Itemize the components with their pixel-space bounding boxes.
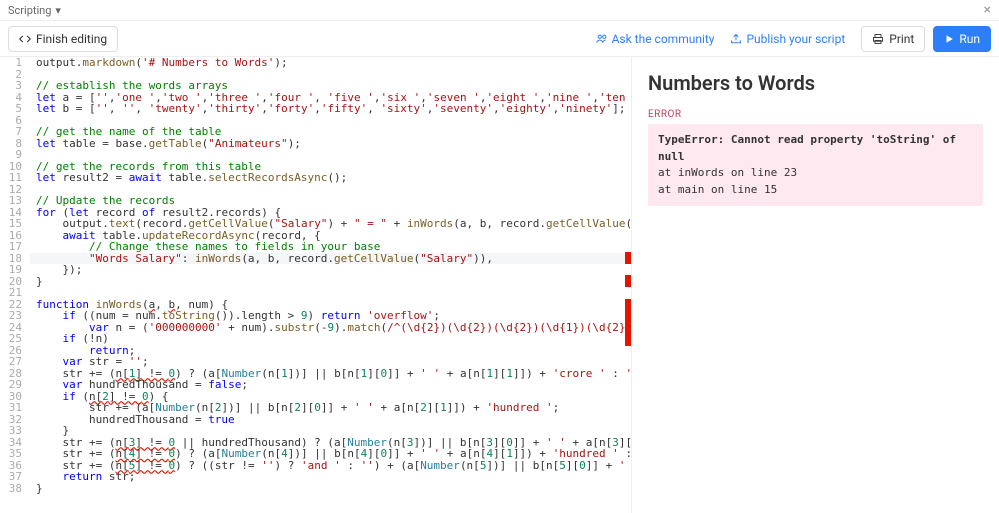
code-line[interactable]: "Words Salary": inWords(a, b, record.get… [30, 253, 631, 265]
output-panel: Numbers to Words ERROR TypeError: Cannot… [632, 57, 999, 513]
code-editor[interactable]: 1234567891011121314151617181920212223242… [0, 57, 632, 513]
line-number: 35 [0, 448, 22, 460]
code-line[interactable]: }); [30, 264, 631, 276]
line-number: 17 [0, 241, 22, 253]
code-line[interactable]: var n = ('000000000' + num).substr(-9).m… [30, 322, 631, 334]
code-line[interactable]: let b = ['', '', 'twenty','thirty','fort… [30, 103, 631, 115]
upload-icon [730, 33, 742, 45]
chevron-down-icon: ▾ [55, 4, 61, 17]
line-number: 3 [0, 80, 22, 92]
error-label: ERROR [648, 109, 983, 120]
code-line[interactable]: // Update the records [30, 195, 631, 207]
play-icon [944, 34, 954, 44]
close-icon[interactable]: × [984, 2, 991, 18]
line-number: 9 [0, 149, 22, 161]
run-button[interactable]: Run [933, 26, 991, 52]
line-number: 5 [0, 103, 22, 115]
publish-script-link[interactable]: Publish your script [730, 32, 845, 46]
line-number: 37 [0, 471, 22, 483]
error-message: TypeError: Cannot read property 'toStrin… [658, 132, 973, 165]
code-line[interactable]: // get the name of the table [30, 126, 631, 138]
stack-frame: at inWords on line 23 [658, 165, 973, 182]
line-number: 31 [0, 402, 22, 414]
line-number: 11 [0, 172, 22, 184]
main-area: 1234567891011121314151617181920212223242… [0, 57, 999, 513]
line-number: 7 [0, 126, 22, 138]
extension-tab[interactable]: Scripting ▾ [8, 4, 61, 17]
line-number: 27 [0, 356, 22, 368]
ask-community-label: Ask the community [612, 32, 715, 46]
error-marker [625, 275, 631, 287]
code-line[interactable]: hundredThousand = true [30, 414, 631, 426]
code-line[interactable]: str += (a[Number(n[2])] || b[n[2][0]] + … [30, 402, 631, 414]
error-marker [625, 299, 631, 346]
toolbar: Finish editing Ask the community Publish… [0, 21, 999, 57]
print-icon [872, 33, 884, 45]
code-line[interactable]: output.text(record.getCellValue("Salary"… [30, 218, 631, 230]
line-number: 25 [0, 333, 22, 345]
ask-community-link[interactable]: Ask the community [596, 32, 715, 46]
print-button[interactable]: Print [861, 26, 925, 52]
code-line[interactable]: } [30, 276, 631, 288]
line-number-gutter: 1234567891011121314151617181920212223242… [0, 57, 30, 513]
error-marker [625, 252, 631, 264]
code-line[interactable]: let table = base.getTable("Animateurs"); [30, 138, 631, 150]
code-line[interactable]: output.markdown('# Numbers to Words'); [30, 57, 631, 69]
print-label: Print [889, 32, 914, 46]
line-number: 21 [0, 287, 22, 299]
line-number: 15 [0, 218, 22, 230]
publish-script-label: Publish your script [746, 32, 845, 46]
stack-frame: at main on line 15 [658, 182, 973, 199]
code-line[interactable]: } [30, 483, 631, 495]
top-tab-bar: Scripting ▾ × [0, 0, 999, 21]
finish-editing-button[interactable]: Finish editing [8, 26, 118, 52]
code-line[interactable]: let result2 = await table.selectRecordsA… [30, 172, 631, 184]
run-label: Run [959, 32, 980, 46]
line-number: 13 [0, 195, 22, 207]
line-number: 23 [0, 310, 22, 322]
output-heading: Numbers to Words [648, 71, 983, 95]
line-number: 19 [0, 264, 22, 276]
error-stack: at inWords on line 23 at main on line 15 [658, 165, 973, 198]
code-line[interactable]: return str; [30, 471, 631, 483]
extension-tab-label: Scripting [8, 4, 51, 17]
error-box: TypeError: Cannot read property 'toStrin… [648, 124, 983, 206]
line-number: 38 [0, 483, 22, 495]
finish-editing-label: Finish editing [36, 32, 107, 46]
people-icon [596, 33, 608, 45]
line-number: 33 [0, 425, 22, 437]
line-number: 29 [0, 379, 22, 391]
line-number: 1 [0, 57, 22, 69]
code-content[interactable]: output.markdown('# Numbers to Words'); //… [30, 57, 631, 513]
code-icon [19, 33, 31, 45]
